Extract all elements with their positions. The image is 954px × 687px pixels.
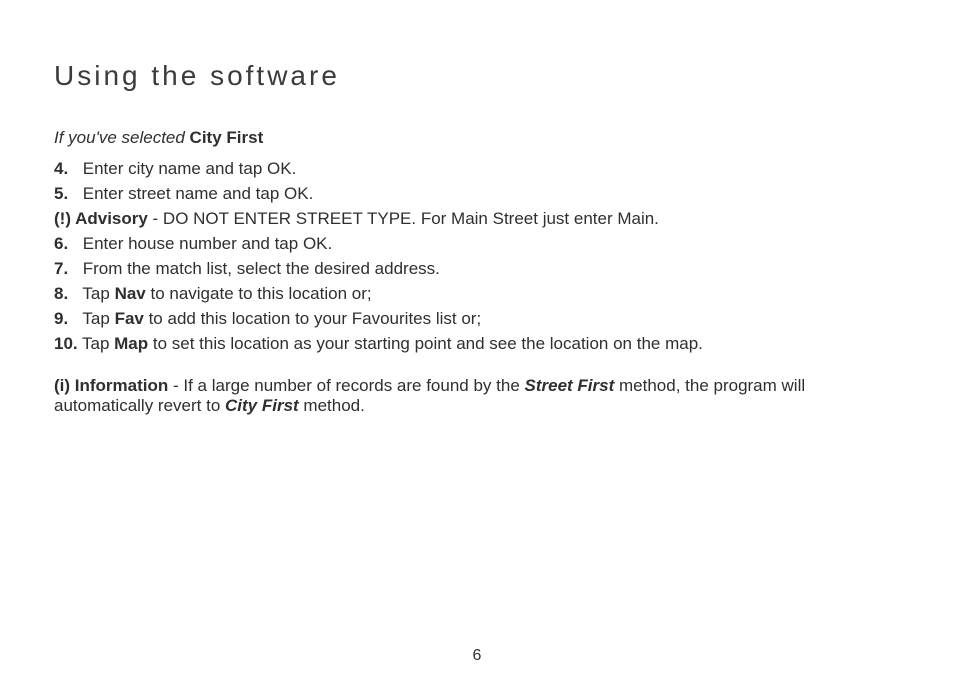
step-keyword: Nav bbox=[115, 284, 146, 303]
info-text-3: method. bbox=[299, 396, 365, 415]
step-text: Enter city name and tap OK. bbox=[83, 159, 297, 178]
step-text: Enter house number and tap OK. bbox=[83, 234, 333, 253]
step-number: 7. bbox=[54, 258, 78, 281]
step-8: 8. Tap Nav to navigate to this location … bbox=[54, 283, 906, 306]
page-number: 6 bbox=[0, 647, 954, 665]
step-number: 6. bbox=[54, 233, 78, 256]
advisory-line: (!) Advisory - DO NOT ENTER STREET TYPE.… bbox=[54, 208, 906, 231]
intro-mode: City First bbox=[190, 128, 264, 147]
document-page: Using the software If you've selected Ci… bbox=[0, 0, 954, 687]
step-number: 5. bbox=[54, 183, 78, 206]
step-pre: Tap bbox=[82, 284, 114, 303]
advisory-label: (!) Advisory bbox=[54, 209, 148, 228]
info-text-1: - If a large number of records are found… bbox=[168, 376, 524, 395]
step-6: 6. Enter house number and tap OK. bbox=[54, 233, 906, 256]
step-number: 8. bbox=[54, 283, 78, 306]
step-number: 10. bbox=[54, 333, 82, 356]
step-number: 9. bbox=[54, 308, 78, 331]
information-block: (i) Information - If a large number of r… bbox=[54, 376, 906, 417]
advisory-text: - DO NOT ENTER STREET TYPE. For Main Str… bbox=[148, 209, 659, 228]
step-9: 9. Tap Fav to add this location to your … bbox=[54, 308, 906, 331]
intro-prefix: If you've selected bbox=[54, 128, 190, 147]
step-number: 4. bbox=[54, 158, 78, 181]
step-text: From the match list, select the desired … bbox=[83, 259, 440, 278]
intro-line: If you've selected City First bbox=[54, 128, 906, 148]
step-text: Enter street name and tap OK. bbox=[83, 184, 314, 203]
step-keyword: Fav bbox=[115, 309, 144, 328]
step-post: to navigate to this location or; bbox=[146, 284, 372, 303]
info-label: (i) Information bbox=[54, 376, 168, 395]
step-keyword: Map bbox=[114, 334, 148, 353]
step-4: 4. Enter city name and tap OK. bbox=[54, 158, 906, 181]
step-5: 5. Enter street name and tap OK. bbox=[54, 183, 906, 206]
step-7: 7. From the match list, select the desir… bbox=[54, 258, 906, 281]
page-heading: Using the software bbox=[54, 60, 906, 92]
step-10: 10.Tap Map to set this location as your … bbox=[54, 333, 906, 356]
info-method-1: Street First bbox=[525, 376, 615, 395]
step-pre: Tap bbox=[82, 309, 114, 328]
info-method-2: City First bbox=[225, 396, 299, 415]
step-post: to add this location to your Favourites … bbox=[144, 309, 481, 328]
step-pre: Tap bbox=[82, 334, 114, 353]
step-post: to set this location as your starting po… bbox=[148, 334, 703, 353]
